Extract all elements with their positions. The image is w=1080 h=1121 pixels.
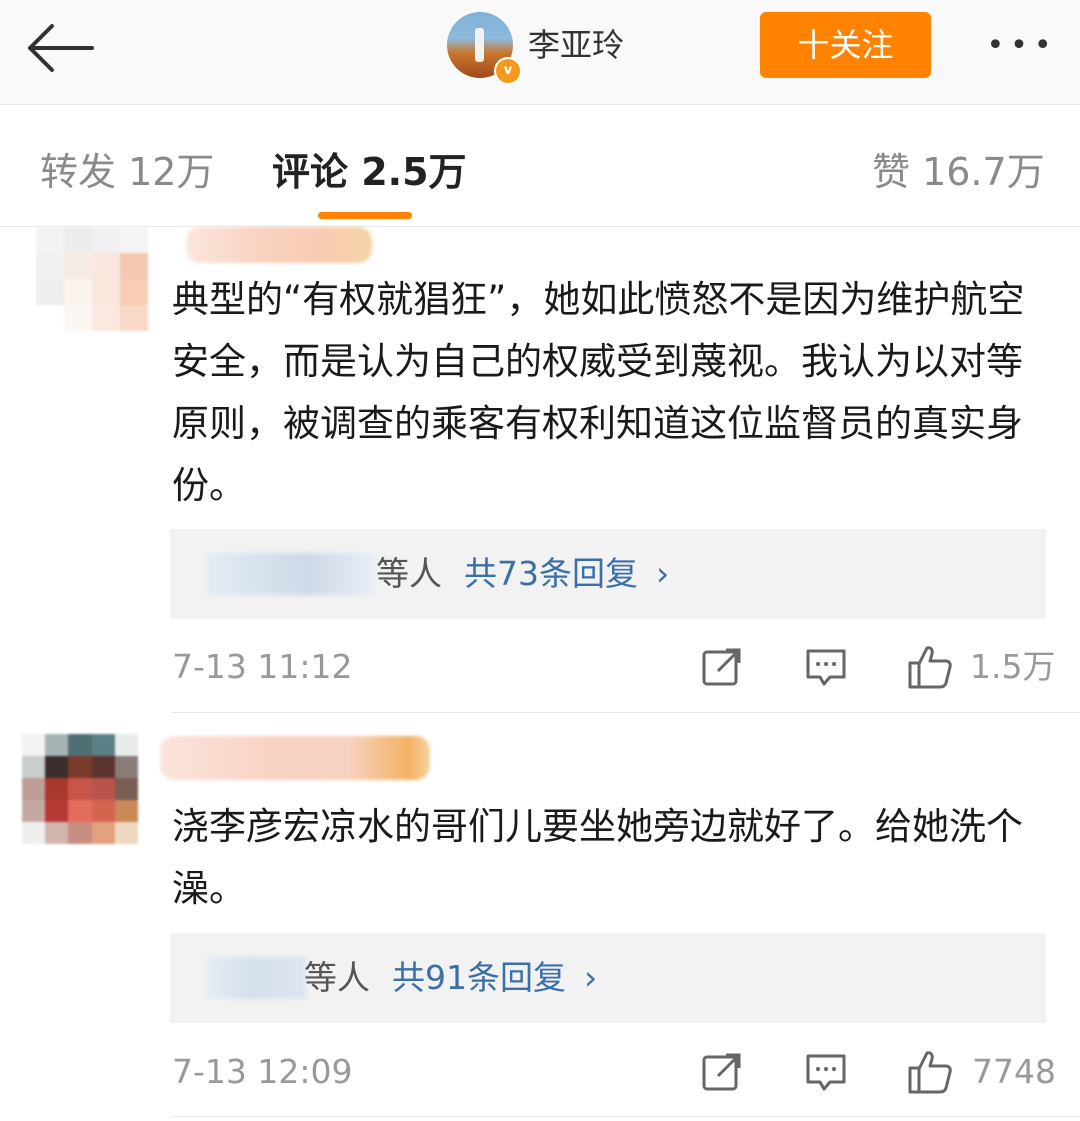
replies-preview[interactable]: 等人 共73条回复 ›	[170, 529, 1046, 619]
more-options-icon[interactable]: •••	[982, 26, 1062, 66]
comment-divider	[172, 712, 1080, 713]
comment-icon[interactable]	[804, 1050, 848, 1094]
tab-bar: 转发 12万 评论 2.5万 赞 16.7万	[0, 105, 1080, 227]
comment-text: 浇李彦宏凉水的哥们儿要坐她旁边就好了。给她洗个澡。	[172, 805, 1023, 910]
chevron-right-icon: ›	[656, 554, 670, 593]
comment-item: 典型的“有权就猖狂”，她如此愤怒不是因为维护航空安全，而是认为自己的权威受到蔑视…	[0, 227, 1080, 712]
like-count: 1.5万	[970, 647, 1056, 686]
follow-button[interactable]: 十关注	[760, 12, 931, 78]
comment-timestamp: 7-13 12:09	[172, 1052, 353, 1091]
active-tab-indicator	[318, 212, 412, 219]
tab-likes[interactable]: 赞 16.7万	[872, 143, 1045, 201]
comment-divider	[172, 1116, 1080, 1117]
thumbs-up-icon[interactable]	[906, 1048, 954, 1096]
verified-badge-icon: v	[494, 57, 522, 85]
reply-count-link[interactable]: 共73条回复	[464, 551, 638, 597]
user-name[interactable]: 李亚玲	[528, 22, 624, 68]
repost-icon[interactable]	[700, 1050, 744, 1094]
repost-icon[interactable]	[700, 645, 744, 689]
reply-etc-label: 等人	[304, 958, 370, 997]
comment-text: 典型的“有权就猖狂”，她如此愤怒不是因为维护航空安全，而是认为自己的权威受到蔑视…	[172, 278, 1025, 507]
thumbs-up-icon[interactable]	[906, 643, 954, 691]
top-nav-bar: v 李亚玲 十关注 •••	[0, 0, 1080, 105]
commenter-avatar[interactable]	[36, 227, 148, 331]
replies-preview[interactable]: 等人 共91条回复 ›	[170, 933, 1046, 1023]
tab-repost[interactable]: 转发 12万	[40, 143, 214, 201]
reply-count-link[interactable]: 共91条回复	[392, 955, 566, 1001]
commenter-name[interactable]	[186, 227, 372, 263]
comment-icon[interactable]	[804, 645, 848, 689]
tab-comments[interactable]: 评论 2.5万	[272, 143, 467, 201]
replier-names	[206, 553, 376, 595]
comment-item: 浇李彦宏凉水的哥们儿要坐她旁边就好了。给她洗个澡。 等人 共91条回复 › 7-…	[0, 734, 1080, 1121]
commenter-name[interactable]	[160, 736, 430, 780]
chevron-right-icon: ›	[584, 958, 598, 997]
reply-etc-label: 等人	[376, 554, 442, 593]
comment-timestamp: 7-13 11:12	[172, 647, 353, 686]
commenter-avatar[interactable]	[22, 734, 138, 844]
replier-names	[206, 957, 306, 999]
like-count: 7748	[972, 1052, 1056, 1091]
back-arrow-icon[interactable]	[22, 20, 98, 76]
